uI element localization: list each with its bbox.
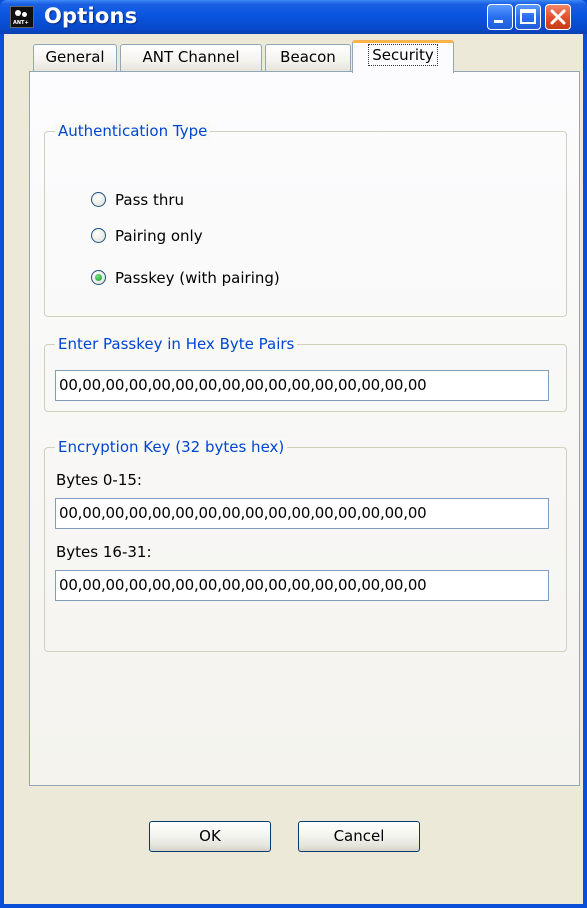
passkey-group: Enter Passkey in Hex Byte Pairs 00,00,00… <box>44 335 567 412</box>
window-title: Options <box>44 4 138 28</box>
radio-button-icon[interactable] <box>91 228 106 243</box>
tab-ant-channel[interactable]: ANT Channel <box>120 44 262 71</box>
title-bar[interactable]: ANT+ Options <box>0 0 587 34</box>
radio-button-checked-icon[interactable] <box>91 270 106 285</box>
close-button[interactable] <box>545 4 571 30</box>
bytes-16-31-label: Bytes 16-31: <box>56 543 152 561</box>
bytes-0-15-input[interactable]: 00,00,00,00,00,00,00,00,00,00,00,00,00,0… <box>55 498 549 529</box>
maximize-button[interactable] <box>515 4 541 30</box>
radio-pairing-only-label: Pairing only <box>115 227 203 245</box>
radio-pass-thru-label: Pass thru <box>115 191 185 209</box>
bytes-16-31-input[interactable]: 00,00,00,00,00,00,00,00,00,00,00,00,00,0… <box>55 570 549 601</box>
authentication-type-group: Authentication Type Pass thru Pairing on… <box>44 122 567 317</box>
options-window: ANT+ Options General ANT Channel Beacon … <box>0 0 587 908</box>
tab-beacon[interactable]: Beacon <box>265 44 351 71</box>
authentication-type-legend: Authentication Type <box>55 122 211 140</box>
encryption-key-group: Encryption Key (32 bytes hex) Bytes 0-15… <box>44 438 567 652</box>
ok-button[interactable]: OK <box>149 821 271 852</box>
security-tab-panel: Authentication Type Pass thru Pairing on… <box>29 71 580 786</box>
radio-passkey-label: Passkey (with pairing) <box>115 269 280 287</box>
cancel-button[interactable]: Cancel <box>298 821 420 852</box>
maximize-icon <box>520 9 536 24</box>
passkey-legend: Enter Passkey in Hex Byte Pairs <box>55 335 298 353</box>
tab-security-label: Security <box>368 44 438 66</box>
ant-app-icon: ANT+ <box>10 6 34 28</box>
tab-general[interactable]: General <box>33 44 117 71</box>
bytes-0-15-label: Bytes 0-15: <box>56 471 142 489</box>
encryption-key-legend: Encryption Key (32 bytes hex) <box>55 438 288 456</box>
close-icon <box>550 9 566 25</box>
tab-security[interactable]: Security <box>352 40 454 73</box>
minimize-button[interactable] <box>487 4 513 30</box>
minimize-icon <box>494 20 503 23</box>
radio-button-icon[interactable] <box>91 192 106 207</box>
passkey-input[interactable]: 00,00,00,00,00,00,00,00,00,00,00,00,00,0… <box>55 370 549 401</box>
